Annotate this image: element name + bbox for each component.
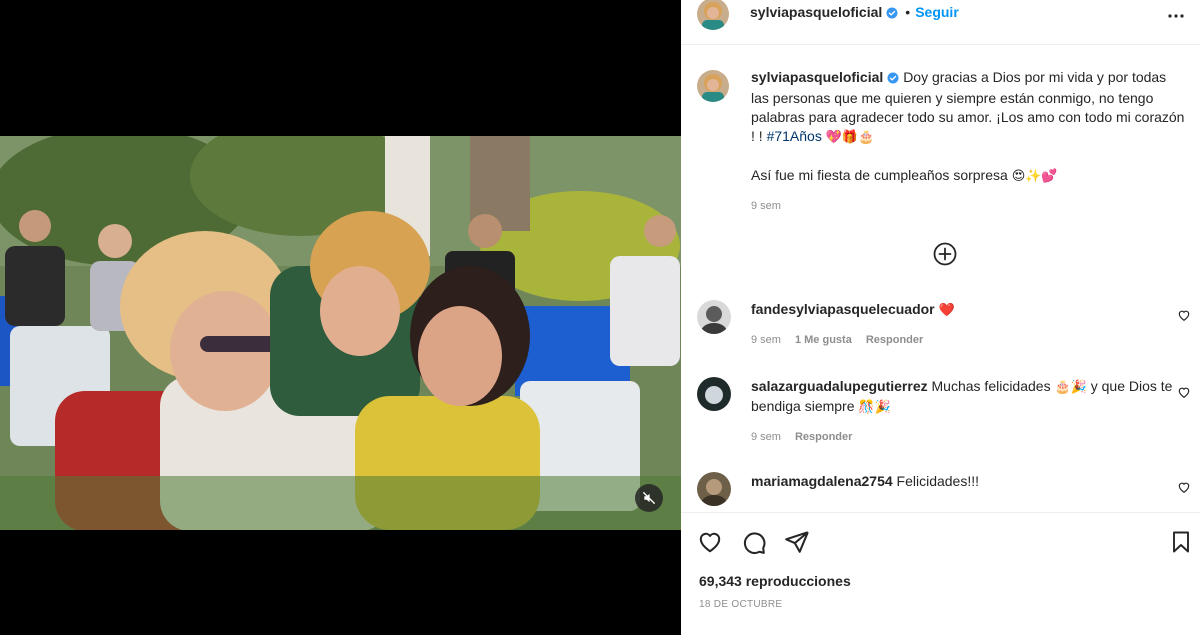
comment-emoji-b: 🎊🎉 <box>858 400 891 415</box>
comment-emoji: 🎂🎉 <box>1054 380 1087 395</box>
video-frame <box>0 136 681 530</box>
load-more-comments-icon[interactable] <box>933 242 957 271</box>
comment-item: mariamagdalena2754 Felicidades!!! <box>697 472 1190 506</box>
commenter-username[interactable]: fandesylviapasquelecuador <box>751 301 935 317</box>
more-options-icon[interactable] <box>1164 4 1188 33</box>
separator-dot: • <box>905 4 911 20</box>
mute-icon <box>643 492 655 504</box>
commenter-username[interactable]: salazarguadalupegutierrez <box>751 378 928 394</box>
comment-likes[interactable]: 1 Me gusta <box>795 334 852 346</box>
share-icon[interactable] <box>784 529 810 560</box>
commenter-avatar[interactable] <box>697 300 731 334</box>
post-header: sylviapasqueloficial • Seguir <box>681 0 1200 45</box>
caption-line2: Así fue mi fiesta de cumpleaños sorpresa <box>751 167 1008 183</box>
comment-icon[interactable] <box>741 529 767 560</box>
verified-icon <box>887 70 899 89</box>
caption-time: 9 sem <box>751 200 781 212</box>
comment-emoji: ❤️ <box>938 303 955 318</box>
comment-time: 9 sem <box>751 334 781 346</box>
comment-like-icon[interactable] <box>1177 385 1191 404</box>
reply-button[interactable]: Responder <box>866 334 923 346</box>
caption: sylviapasqueloficial Doy gracias a Dios … <box>697 68 1187 212</box>
comment-item: fandesylviapasquelecuador ❤️ 9 sem 1 Me g… <box>697 300 1190 346</box>
post-media <box>0 0 681 635</box>
comment-text: Felicidades!!! <box>896 473 980 489</box>
caption-line2-emojis: 😍✨💕 <box>1011 169 1058 184</box>
caption-emojis: 💖🎁🎂 <box>825 130 875 145</box>
follow-button[interactable]: Seguir <box>915 4 959 20</box>
verified-icon <box>886 6 898 24</box>
comment-like-icon[interactable] <box>1177 308 1191 327</box>
post-details-panel: sylviapasqueloficial • Seguir sylviapasque… <box>681 0 1200 635</box>
view-count[interactable]: 69,343 reproducciones <box>699 573 851 589</box>
commenter-username[interactable]: mariamagdalena2754 <box>751 473 893 489</box>
caption-hashtag[interactable]: #71Años <box>767 128 822 144</box>
post-actions: 69,343 reproducciones 18 DE OCTUBRE <box>681 512 1200 635</box>
comments-area[interactable]: sylviapasqueloficial Doy gracias a Dios … <box>681 46 1200 511</box>
comment-text: Muchas felicidades <box>931 378 1051 394</box>
caption-avatar[interactable] <box>697 70 729 102</box>
author-avatar[interactable] <box>697 0 729 30</box>
like-icon[interactable] <box>697 529 723 560</box>
commenter-avatar[interactable] <box>697 472 731 506</box>
comment-item: salazarguadalupegutierrez Muchas felicid… <box>697 377 1190 443</box>
caption-username[interactable]: sylviapasqueloficial <box>751 69 883 85</box>
comment-like-icon[interactable] <box>1177 480 1191 499</box>
save-icon[interactable] <box>1169 529 1193 560</box>
mute-button[interactable] <box>635 484 663 512</box>
comment-time: 9 sem <box>751 431 781 443</box>
post-date: 18 DE OCTUBRE <box>699 599 783 610</box>
author-username[interactable]: sylviapasqueloficial <box>750 4 882 20</box>
reply-button[interactable]: Responder <box>795 431 852 443</box>
commenter-avatar[interactable] <box>697 377 731 411</box>
video-player[interactable] <box>0 136 681 530</box>
